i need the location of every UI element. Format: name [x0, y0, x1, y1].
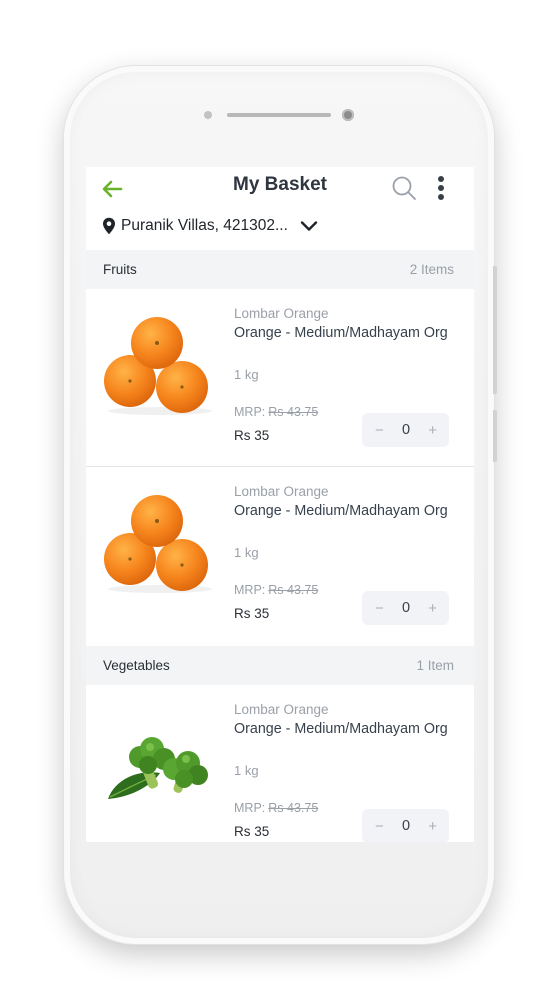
- proximity-sensor: [204, 111, 212, 119]
- mrp-label: MRP:: [234, 405, 266, 419]
- product-quantity: 1 kg: [234, 763, 259, 778]
- section-header-vegetables: Vegetables 1 Item: [86, 646, 474, 685]
- product-row[interactable]: Lombar Orange Orange - Medium/Madhayam O…: [86, 685, 474, 842]
- mrp-label: MRP:: [234, 583, 266, 597]
- chevron-down-icon: [300, 221, 318, 231]
- product-mrp: MRP: Rs 43.75: [234, 405, 318, 419]
- decrement-button[interactable]: −: [375, 818, 384, 835]
- product-quantity: 1 kg: [234, 545, 259, 560]
- orange-fruit-image: [104, 317, 212, 415]
- section-title: Fruits: [103, 262, 137, 277]
- product-price: Rs 35: [234, 606, 270, 621]
- quantity-stepper: − 0 +: [362, 591, 449, 625]
- front-camera: [342, 109, 354, 121]
- product-brand: Lombar Orange: [234, 702, 329, 717]
- mrp-label: MRP:: [234, 801, 266, 815]
- product-mrp: MRP: Rs 43.75: [234, 801, 318, 815]
- quantity-value: 0: [401, 600, 411, 616]
- increment-button[interactable]: +: [428, 818, 437, 835]
- earpiece-speaker: [227, 113, 331, 117]
- product-brand: Lombar Orange: [234, 306, 329, 321]
- location-text: Puranik Villas, 421302...: [121, 217, 288, 234]
- kebab-menu-icon[interactable]: [434, 176, 448, 202]
- mrp-value: Rs 43.75: [268, 583, 319, 597]
- orange-fruit-image: [104, 495, 212, 593]
- product-name[interactable]: Orange - Medium/Madhayam Org: [234, 324, 466, 342]
- product-brand: Lombar Orange: [234, 484, 329, 499]
- volume-button: [493, 266, 497, 394]
- location-pin-icon: [103, 217, 115, 235]
- increment-button[interactable]: +: [428, 600, 437, 617]
- section-item-count: 2 Items: [409, 262, 454, 277]
- increment-button[interactable]: +: [428, 422, 437, 439]
- decrement-button[interactable]: −: [375, 600, 384, 617]
- section-title: Vegetables: [103, 658, 170, 673]
- product-quantity: 1 kg: [234, 367, 259, 382]
- search-icon[interactable]: [391, 175, 417, 201]
- product-price: Rs 35: [234, 428, 270, 443]
- section-header-fruits: Fruits 2 Items: [86, 250, 474, 289]
- power-button: [493, 410, 497, 462]
- product-mrp: MRP: Rs 43.75: [234, 583, 318, 597]
- section-item-count: 1 Item: [416, 658, 454, 673]
- quantity-value: 0: [401, 422, 411, 438]
- broccoli-image: [108, 737, 208, 799]
- quantity-stepper: − 0 +: [362, 809, 449, 842]
- mrp-value: Rs 43.75: [268, 405, 319, 419]
- product-name[interactable]: Orange - Medium/Madhayam Org: [234, 502, 466, 520]
- decrement-button[interactable]: −: [375, 422, 384, 439]
- product-row[interactable]: Lombar Orange Orange - Medium/Madhayam O…: [86, 289, 474, 467]
- location-selector[interactable]: Puranik Villas, 421302...: [102, 214, 318, 238]
- product-name[interactable]: Orange - Medium/Madhayam Org: [234, 720, 466, 738]
- product-price: Rs 35: [234, 824, 270, 839]
- app-screen: My Basket Puranik Villas, 421302... Frui…: [86, 167, 474, 842]
- mrp-value: Rs 43.75: [268, 801, 319, 815]
- quantity-value: 0: [401, 818, 411, 834]
- quantity-stepper: − 0 +: [362, 413, 449, 447]
- product-row[interactable]: Lombar Orange Orange - Medium/Madhayam O…: [86, 467, 474, 645]
